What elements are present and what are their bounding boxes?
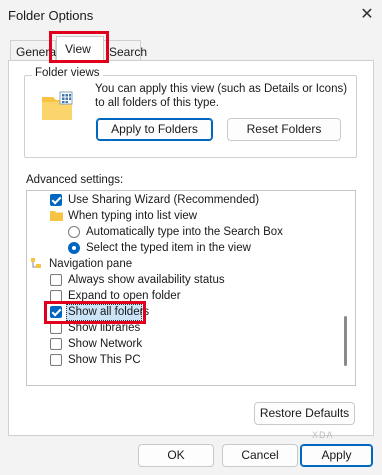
ok-button[interactable]: OK bbox=[138, 444, 214, 467]
folder-views-description: You can apply this view (such as Details… bbox=[95, 83, 348, 109]
watermark-logo: XDA bbox=[312, 430, 334, 440]
folder-views-label: Folder views bbox=[32, 67, 103, 79]
radio-icon[interactable] bbox=[68, 226, 80, 238]
checkbox-checked-icon[interactable] bbox=[50, 194, 62, 206]
checkbox-icon[interactable] bbox=[50, 274, 62, 286]
navigation-pane-icon bbox=[31, 258, 41, 268]
checkbox-icon[interactable] bbox=[50, 354, 62, 366]
checkbox-icon[interactable] bbox=[50, 338, 62, 350]
apply-button[interactable]: Apply bbox=[300, 444, 373, 467]
folder-icon bbox=[50, 211, 63, 221]
close-icon[interactable]: ✕ bbox=[356, 4, 378, 26]
restore-defaults-button[interactable]: Restore Defaults bbox=[254, 402, 355, 425]
reset-folders-button[interactable]: Reset Folders bbox=[227, 118, 341, 141]
apply-to-folders-button[interactable]: Apply to Folders bbox=[96, 118, 213, 141]
scrollbar-thumb[interactable] bbox=[344, 316, 347, 366]
highlight-box bbox=[44, 301, 146, 324]
folder-view-icon bbox=[42, 91, 73, 120]
window-title: Folder Options bbox=[8, 8, 94, 23]
highlight-box bbox=[49, 31, 109, 63]
advanced-settings-label: Advanced settings: bbox=[26, 174, 124, 186]
title-bar: Folder Options ✕ bbox=[0, 0, 382, 34]
cancel-button[interactable]: Cancel bbox=[222, 444, 298, 467]
radio-selected-icon[interactable] bbox=[68, 242, 80, 254]
